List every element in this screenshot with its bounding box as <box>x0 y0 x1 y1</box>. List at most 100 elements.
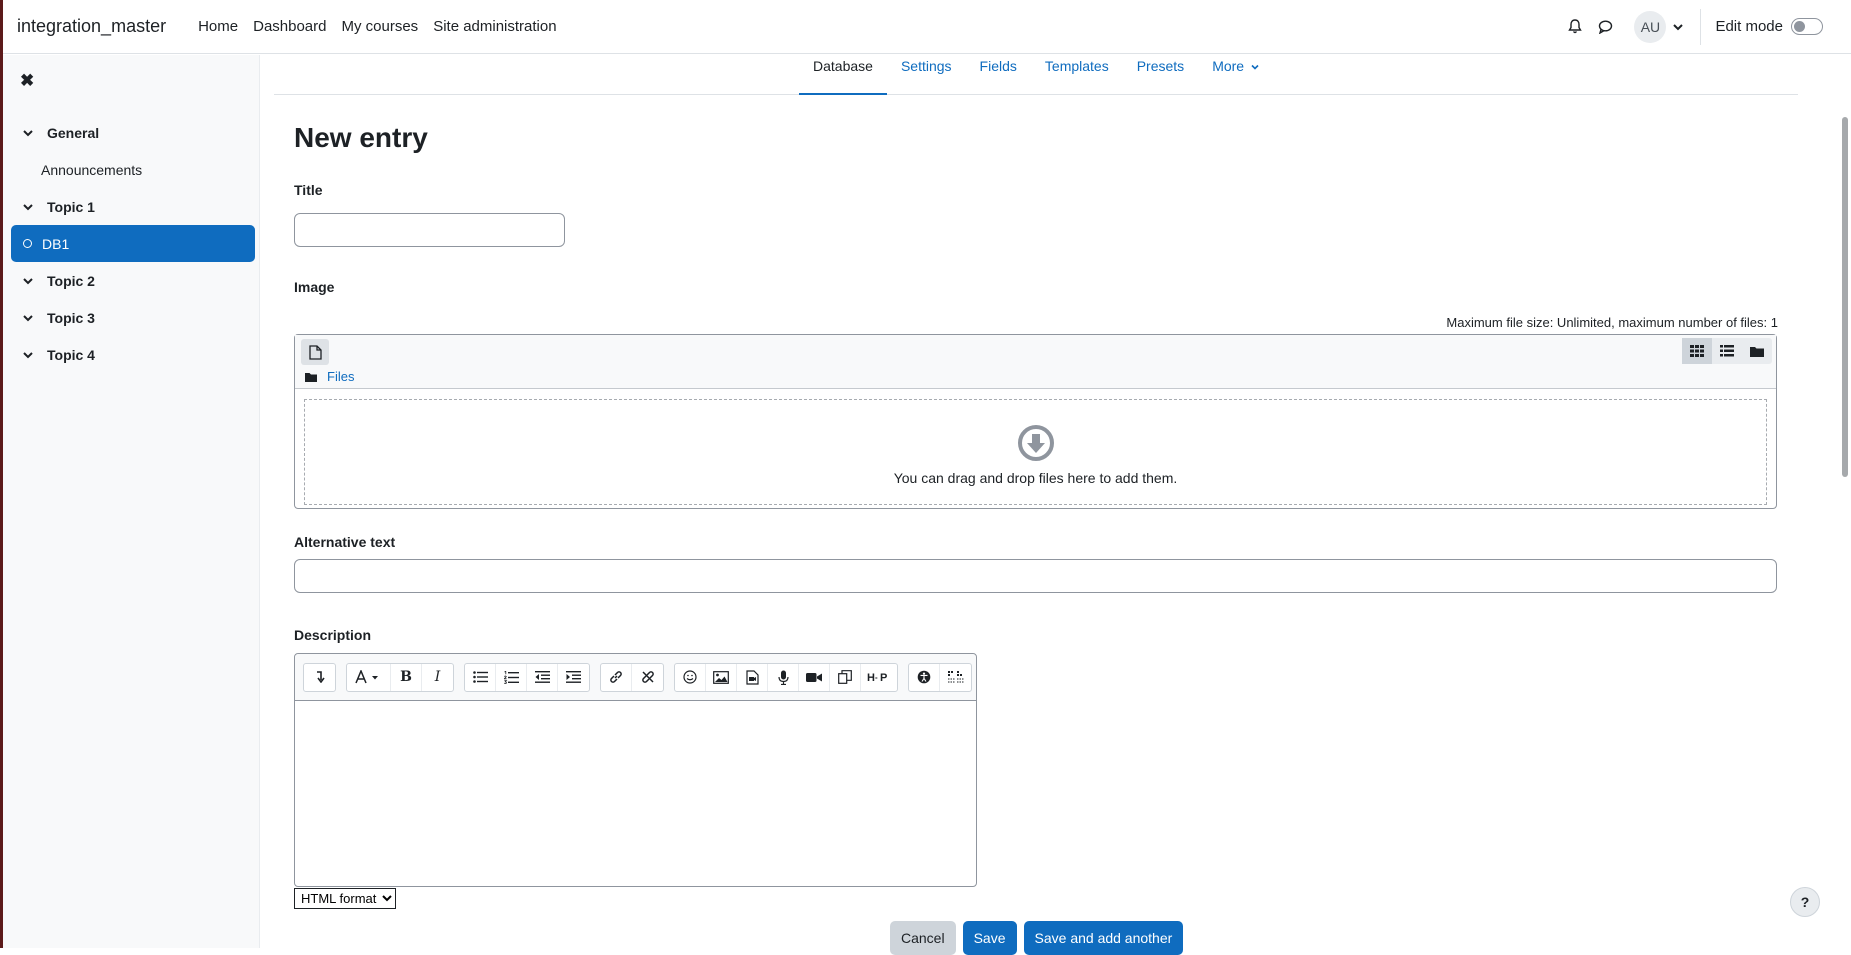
secondary-navigation: Database Settings Fields Templates Prese… <box>274 55 1798 95</box>
h5p-icon[interactable]: H-P <box>861 664 897 691</box>
bold-icon[interactable]: B <box>391 663 422 691</box>
close-drawer-icon[interactable]: ✖ <box>20 71 34 91</box>
insert-media-icon[interactable] <box>737 663 768 691</box>
edit-mode-toggle[interactable] <box>1791 18 1823 35</box>
accessibility-checker-icon[interactable] <box>909 663 940 691</box>
unordered-list-icon[interactable] <box>465 663 496 691</box>
tab-more[interactable]: More <box>1198 55 1273 95</box>
section-topic-3-label: Topic 3 <box>47 309 95 326</box>
section-topic-1-label: Topic 1 <box>47 198 95 215</box>
file-drop-zone[interactable]: You can drag and drop files here to add … <box>304 399 1767 505</box>
file-picker: Files You can drag and drop files here t… <box>294 334 1777 509</box>
file-view-switcher <box>1682 338 1772 364</box>
nav-home[interactable]: Home <box>198 18 238 35</box>
record-video-icon[interactable] <box>799 663 830 691</box>
activity-announcements[interactable]: Announcements <box>11 151 255 188</box>
save-and-add-another-button[interactable]: Save and add another <box>1023 921 1184 955</box>
tab-presets-label: Presets <box>1136 58 1185 74</box>
insert-image-icon[interactable] <box>706 663 737 691</box>
title-label: Title <box>294 182 323 198</box>
alternative-text-input[interactable] <box>294 559 1777 593</box>
link-icon[interactable] <box>601 663 632 691</box>
outdent-icon[interactable] <box>527 663 558 691</box>
image-label: Image <box>294 279 335 295</box>
nav-my-courses[interactable]: My courses <box>342 18 419 35</box>
svg-text:H: H <box>867 672 875 683</box>
grid-view-icon[interactable] <box>1682 338 1712 364</box>
section-topic-3[interactable]: Topic 3 <box>11 299 255 336</box>
ordered-list-icon[interactable] <box>496 663 527 691</box>
notifications-bell-icon[interactable] <box>1564 16 1586 38</box>
section-topic-1[interactable]: Topic 1 <box>11 188 255 225</box>
list-view-icon[interactable] <box>1712 338 1742 364</box>
nav-dashboard[interactable]: Dashboard <box>253 18 326 35</box>
toolbar-group-style: B I <box>346 662 454 692</box>
emoji-icon[interactable] <box>675 663 706 691</box>
user-avatar[interactable]: AU <box>1634 10 1667 43</box>
section-topic-2[interactable]: Topic 2 <box>11 262 255 299</box>
toolbar-group-links <box>600 662 664 692</box>
user-menu-chevron-down-icon[interactable] <box>1672 21 1684 33</box>
alternative-text-label: Alternative text <box>294 534 396 550</box>
chevron-down-icon[interactable] <box>23 128 33 138</box>
screenreader-helper-icon[interactable] <box>940 664 971 691</box>
folder-view-icon[interactable] <box>1742 338 1772 364</box>
course-index: General Announcements Topic 1 DB1 Topic … <box>11 114 255 373</box>
indent-icon[interactable] <box>558 664 589 691</box>
nav-site-administration[interactable]: Site administration <box>433 18 556 35</box>
tab-more-label: More <box>1212 58 1245 74</box>
drop-zone-message: You can drag and drop files here to add … <box>893 470 1178 486</box>
chevron-down-icon[interactable] <box>23 350 33 360</box>
tab-fields[interactable]: Fields <box>966 55 1031 95</box>
section-topic-2-label: Topic 2 <box>47 272 95 289</box>
activity-db1[interactable]: DB1 <box>11 225 255 262</box>
toolbar-group-accessibility <box>908 662 972 692</box>
section-topic-4-label: Topic 4 <box>47 346 95 363</box>
chevron-down-icon[interactable] <box>23 276 33 286</box>
section-general[interactable]: General <box>11 114 255 151</box>
file-picker-toolbar: Files <box>295 335 1776 389</box>
primary-navigation: Home Dashboard My courses Site administr… <box>198 18 572 35</box>
page-scrollbar[interactable] <box>1842 117 1848 477</box>
tab-settings[interactable]: Settings <box>887 55 966 95</box>
help-button[interactable]: ? <box>1790 887 1820 917</box>
site-name[interactable]: integration_master <box>17 16 166 37</box>
activity-db1-label: DB1 <box>42 235 70 252</box>
top-navbar: integration_master Home Dashboard My cou… <box>3 0 1851 54</box>
tab-templates[interactable]: Templates <box>1031 55 1123 95</box>
folder-icon <box>305 372 317 382</box>
form-actions: Cancel Save Save and add another <box>890 921 1190 955</box>
record-audio-icon[interactable] <box>768 663 799 691</box>
chevron-down-icon[interactable] <box>23 313 33 323</box>
tab-presets[interactable]: Presets <box>1123 55 1198 95</box>
activity-announcements-label: Announcements <box>41 161 143 178</box>
description-editor-content[interactable] <box>295 701 976 886</box>
editor-toolbar: B I H - P <box>295 654 976 701</box>
cancel-button[interactable]: Cancel <box>890 921 956 955</box>
edit-mode-label: Edit mode <box>1715 18 1783 35</box>
completion-circle-icon <box>23 239 32 248</box>
tab-database[interactable]: Database <box>799 55 887 95</box>
toolbar-group-insert: H-P <box>674 662 898 692</box>
svg-text:P: P <box>880 672 887 683</box>
files-path-link[interactable]: Files <box>327 369 354 384</box>
tab-settings-label: Settings <box>900 58 952 74</box>
tab-templates-label: Templates <box>1044 58 1109 74</box>
save-button[interactable]: Save <box>962 921 1017 955</box>
navbar-divider <box>1700 8 1702 45</box>
user-nav: AU Edit mode <box>1564 0 1851 54</box>
add-file-icon[interactable] <box>301 339 329 365</box>
section-topic-4[interactable]: Topic 4 <box>11 336 255 373</box>
paragraph-styles-icon[interactable] <box>347 663 391 691</box>
unlink-icon[interactable] <box>632 664 663 691</box>
show-more-buttons-icon[interactable] <box>304 664 335 691</box>
description-editor: B I H - P <box>294 653 977 887</box>
manage-files-icon[interactable] <box>830 663 861 691</box>
text-format-select[interactable]: HTML format <box>294 888 396 909</box>
title-input[interactable] <box>294 213 565 247</box>
messages-chat-icon[interactable] <box>1594 16 1616 38</box>
download-arrow-icon <box>1017 425 1054 461</box>
italic-icon[interactable]: I <box>422 664 453 691</box>
chevron-down-icon[interactable] <box>23 202 33 212</box>
description-label: Description <box>294 627 372 643</box>
